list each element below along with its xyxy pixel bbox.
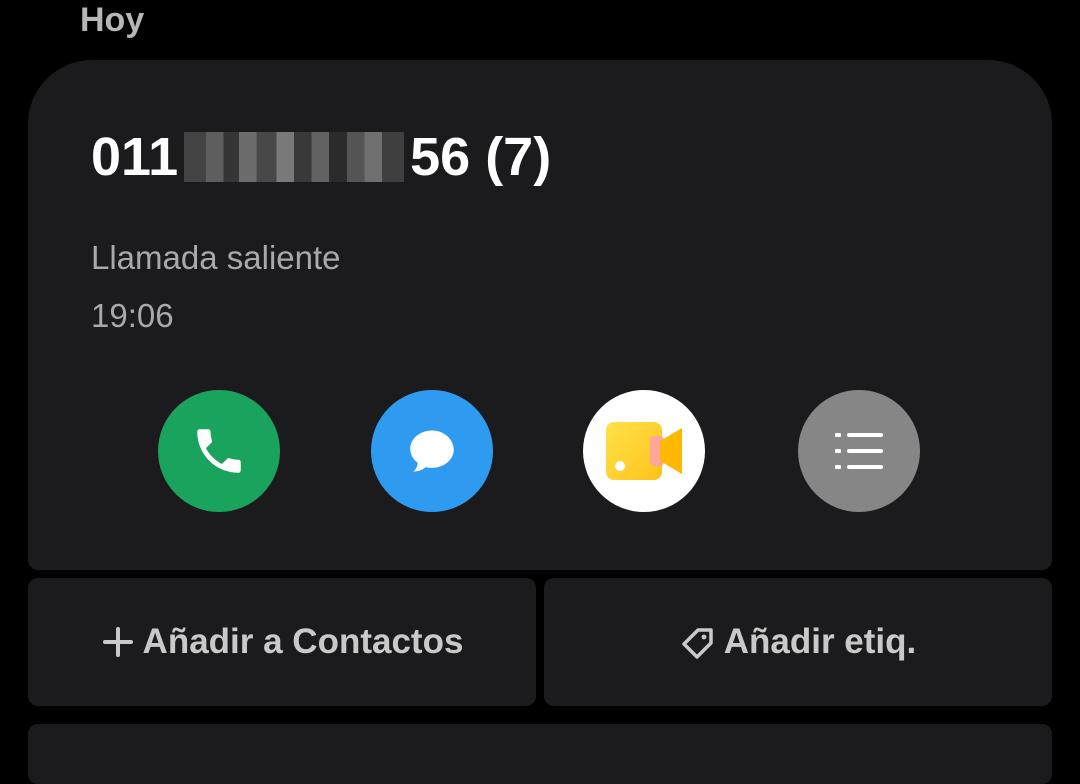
add-to-contacts-label: Añadir a Contactos bbox=[142, 622, 464, 661]
add-tag-label: Añadir etiq. bbox=[723, 622, 917, 661]
redacted-digits bbox=[184, 132, 405, 182]
add-tag-button[interactable]: Añadir etiq. bbox=[544, 578, 1052, 706]
add-to-contacts-button[interactable]: Añadir a Contactos bbox=[28, 578, 536, 706]
plus-icon bbox=[101, 625, 135, 659]
phone-number-prefix: 011 bbox=[91, 127, 179, 187]
call-log-card: 011 56 (7) Llamada saliente 19:06 bbox=[28, 60, 1052, 570]
next-call-card bbox=[28, 724, 1052, 784]
details-button[interactable] bbox=[798, 390, 920, 512]
call-type-label: Llamada saliente bbox=[91, 239, 341, 276]
tag-icon bbox=[680, 624, 716, 660]
phone-number: 011 56 (7) bbox=[91, 126, 551, 188]
message-bubble-icon bbox=[410, 430, 454, 472]
video-camera-icon bbox=[606, 422, 682, 480]
action-buttons bbox=[28, 390, 1052, 514]
phone-icon bbox=[197, 429, 241, 473]
video-call-button[interactable] bbox=[583, 390, 705, 512]
list-icon bbox=[835, 433, 883, 469]
call-button[interactable] bbox=[158, 390, 280, 512]
section-header-today: Hoy bbox=[80, 1, 145, 39]
message-button[interactable] bbox=[371, 390, 493, 512]
phone-number-suffix: 56 (7) bbox=[410, 127, 552, 187]
call-time-label: 19:06 bbox=[91, 297, 174, 334]
